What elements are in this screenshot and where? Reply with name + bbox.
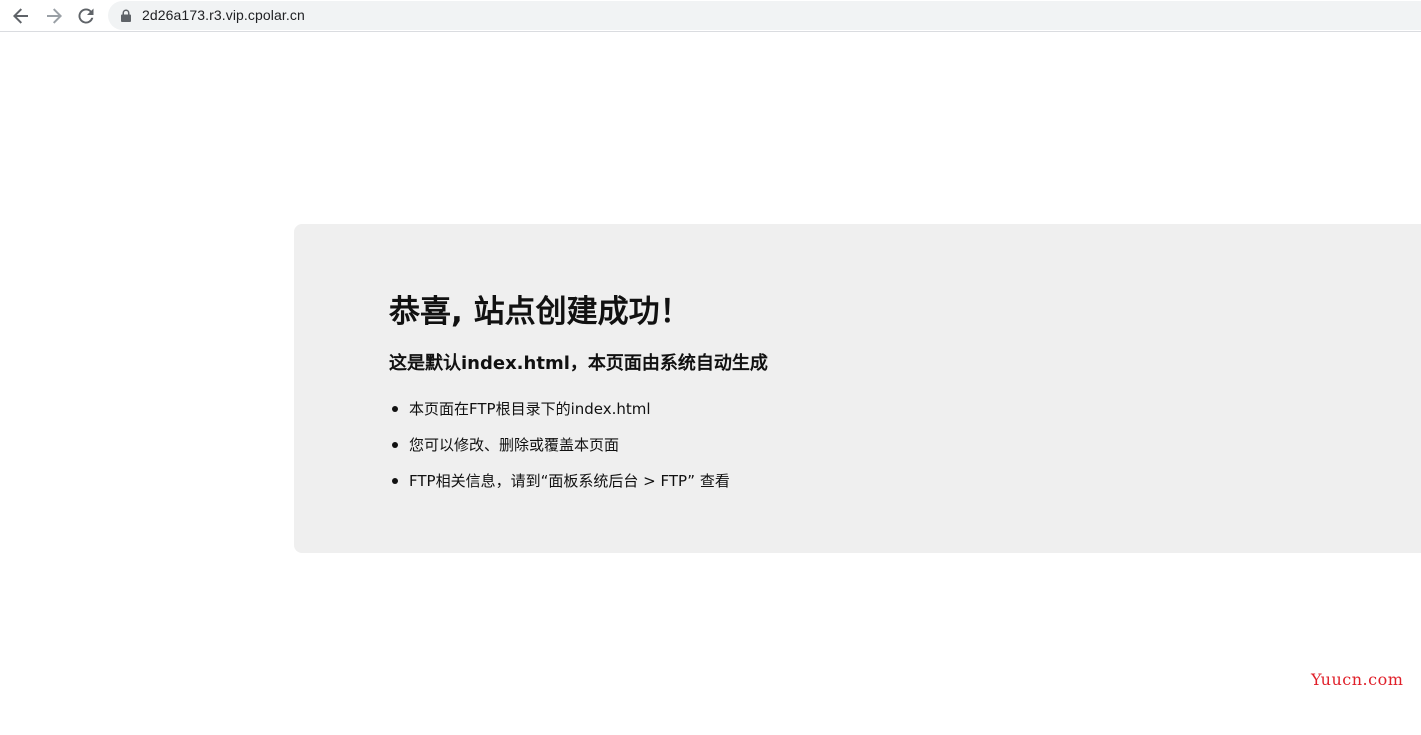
url-text[interactable]: 2d26a173.r3.vip.cpolar.cn bbox=[142, 7, 305, 23]
reload-button[interactable] bbox=[74, 4, 98, 28]
info-list: 本页面在FTP根目录下的index.html 您可以修改、删除或覆盖本页面 FT… bbox=[389, 398, 730, 506]
arrow-right-icon bbox=[47, 8, 62, 24]
watermark: Yuucn.com bbox=[1311, 670, 1404, 689]
bullet-icon bbox=[392, 442, 398, 448]
back-button[interactable] bbox=[9, 4, 33, 28]
welcome-card: 恭喜, 站点创建成功！ 这是默认index.html，本页面由系统自动生成 本页… bbox=[294, 224, 1421, 553]
arrow-left-icon bbox=[13, 8, 28, 24]
page-title: 恭喜, 站点创建成功！ bbox=[389, 294, 691, 330]
list-item-text: FTP相关信息，请到“面板系统后台 > FTP” 查看 bbox=[409, 472, 730, 490]
list-item: 本页面在FTP根目录下的index.html bbox=[389, 398, 730, 434]
address-bar[interactable]: 2d26a173.r3.vip.cpolar.cn bbox=[108, 1, 1421, 30]
list-item-text: 您可以修改、删除或覆盖本页面 bbox=[409, 436, 620, 454]
bullet-icon bbox=[392, 478, 398, 484]
reload-icon bbox=[78, 8, 94, 24]
list-item-text: 本页面在FTP根目录下的index.html bbox=[409, 400, 651, 418]
browser-toolbar: 2d26a173.r3.vip.cpolar.cn bbox=[0, 0, 1421, 32]
lock-icon[interactable] bbox=[120, 9, 132, 22]
list-item: FTP相关信息，请到“面板系统后台 > FTP” 查看 bbox=[389, 470, 730, 506]
page-subtitle: 这是默认index.html，本页面由系统自动生成 bbox=[389, 353, 768, 374]
forward-button[interactable] bbox=[42, 4, 66, 28]
list-item: 您可以修改、删除或覆盖本页面 bbox=[389, 434, 730, 470]
bullet-icon bbox=[392, 406, 398, 412]
